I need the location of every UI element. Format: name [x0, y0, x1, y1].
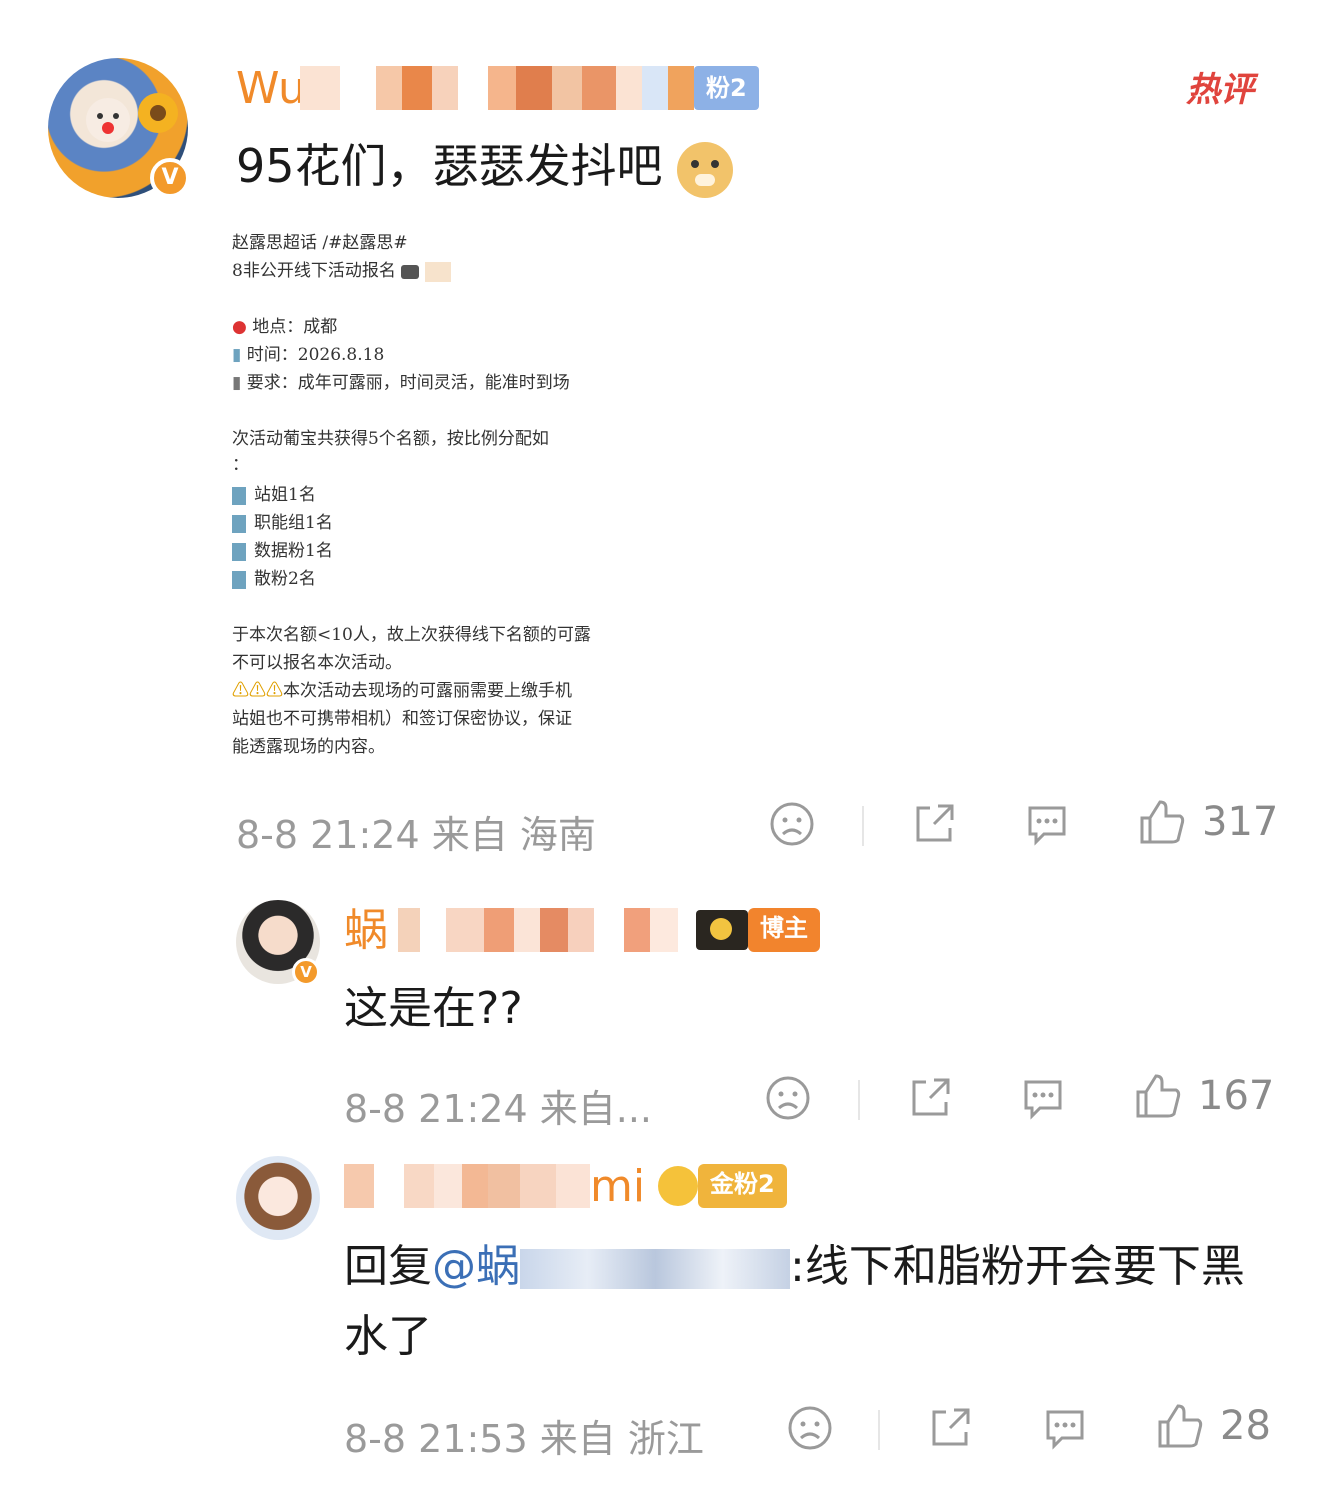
image-group-item: 职能组1名 — [232, 508, 333, 533]
reply2-location: 来自 浙江 — [539, 1417, 704, 1461]
reply2-text: 回复@蜗:线下和脂粉开会要下黑水了 — [344, 1241, 1245, 1362]
frown-face-icon — [766, 1076, 810, 1120]
divider — [878, 1410, 880, 1450]
reply1-location: 来自... — [539, 1087, 652, 1131]
comment-button[interactable] — [1022, 800, 1072, 854]
frown-face-icon — [788, 1406, 832, 1450]
image-text-line: 赵露思超话 /#赵露思# — [232, 233, 408, 253]
share-button[interactable] — [910, 800, 958, 852]
share-icon — [932, 1408, 970, 1446]
reply2-meta: 8-8 21:53 来自 浙江 — [344, 1408, 704, 1463]
comment-icon — [1028, 806, 1066, 846]
like-button[interactable]: 28 — [1154, 1400, 1271, 1452]
hot-comment-tag: 热评 — [1186, 70, 1254, 110]
verified-badge-icon: V — [150, 158, 190, 198]
post-time: 8-8 21:24 — [236, 813, 420, 857]
thumbs-up-icon — [1158, 1404, 1203, 1448]
post-meta: 8-8 21:24 来自 海南 — [236, 804, 596, 859]
image-quota-text: ： — [232, 455, 249, 475]
username-visible-part: mi — [590, 1161, 646, 1212]
image-text-line: 8非公开线下活动报名 — [232, 256, 451, 282]
verified-badge-icon: V — [292, 958, 320, 986]
post-text: 95花们，瑟瑟发抖吧 — [236, 138, 734, 198]
dislike-button[interactable] — [786, 1404, 834, 1456]
camera-icon — [401, 264, 420, 279]
comment-button[interactable] — [1040, 1404, 1090, 1458]
blogger-badge: 博主 — [748, 908, 820, 952]
share-icon — [916, 804, 954, 842]
thumbs-up-icon — [1136, 1074, 1181, 1118]
fan-level-badge: 粉2 — [694, 66, 759, 110]
like-button[interactable]: 317 — [1136, 796, 1278, 848]
reply1-meta: 8-8 21:24 来自... — [344, 1078, 652, 1133]
image-note-line: 能透露现场的内容。 — [232, 737, 385, 757]
comment-icon — [1024, 1080, 1062, 1120]
thumbs-up-icon — [1140, 800, 1185, 844]
gold-crown-icon — [658, 1166, 698, 1206]
doge-emoji-icon — [677, 141, 734, 198]
frown-face-icon — [770, 802, 814, 846]
reply2-author-name[interactable]: mi 金粉2 — [344, 1161, 787, 1212]
share-icon — [912, 1078, 950, 1116]
image-note-line: 于本次名额<10人，故上次获得线下名额的可露 — [232, 625, 591, 645]
like-count: 317 — [1202, 799, 1279, 845]
image-group-item: 站姐1名 — [232, 480, 316, 505]
gold-fan-badge: 金粉2 — [698, 1164, 787, 1208]
image-item-requirement: ▮ 要求：成年可露丽，时间灵活，能准时到场 — [232, 373, 570, 393]
post-author-name[interactable]: Wu 粉2 — [236, 63, 759, 114]
reply1-time: 8-8 21:24 — [344, 1087, 528, 1131]
mention-link[interactable]: @蜗 — [432, 1241, 520, 1292]
image-quota-text: 次活动葡宝共获得5个名额，按比例分配如 — [232, 429, 549, 449]
reply2-avatar[interactable] — [236, 1156, 320, 1240]
post-location: 来自 海南 — [431, 813, 596, 857]
like-count: 167 — [1198, 1073, 1275, 1119]
comment-icon — [1046, 1410, 1084, 1450]
like-button[interactable]: 167 — [1132, 1070, 1274, 1122]
image-note-line: 不可以报名本次活动。 — [232, 653, 402, 673]
image-group-item: 数据粉1名 — [232, 536, 333, 561]
image-note-line: ⚠⚠⚠本次活动去现场的可露丽需要上缴手机 — [232, 681, 572, 701]
comment-button[interactable] — [1018, 1074, 1068, 1128]
image-item-location: ● 地点：成都 — [232, 317, 338, 337]
image-item-time: ▮ 时间：2026.8.18 — [232, 345, 385, 365]
divider — [858, 1080, 860, 1120]
divider — [862, 806, 864, 846]
dislike-button[interactable] — [768, 800, 816, 852]
post-image[interactable]: 赵露思超话 /#赵露思# 8非公开线下活动报名 ● 地点：成都 ▮ 时间：202… — [232, 224, 652, 764]
crown-icon — [696, 910, 748, 950]
warning-icon: ⚠⚠⚠ — [232, 681, 283, 701]
share-button[interactable] — [906, 1074, 954, 1126]
reply1-author-name[interactable]: 蜗 博主 — [344, 905, 820, 956]
share-button[interactable] — [926, 1404, 974, 1456]
username-visible-part: Wu — [236, 63, 306, 114]
like-count: 28 — [1220, 1403, 1271, 1449]
username-visible-part: 蜗 — [344, 905, 388, 956]
reply1-text: 这是在?? — [344, 983, 523, 1034]
image-note-line: 站姐也不可携带相机）和签订保密协议，保证 — [232, 709, 572, 729]
dislike-button[interactable] — [764, 1074, 812, 1126]
image-group-item: 散粉2名 — [232, 564, 316, 589]
reply2-time: 8-8 21:53 — [344, 1417, 528, 1461]
